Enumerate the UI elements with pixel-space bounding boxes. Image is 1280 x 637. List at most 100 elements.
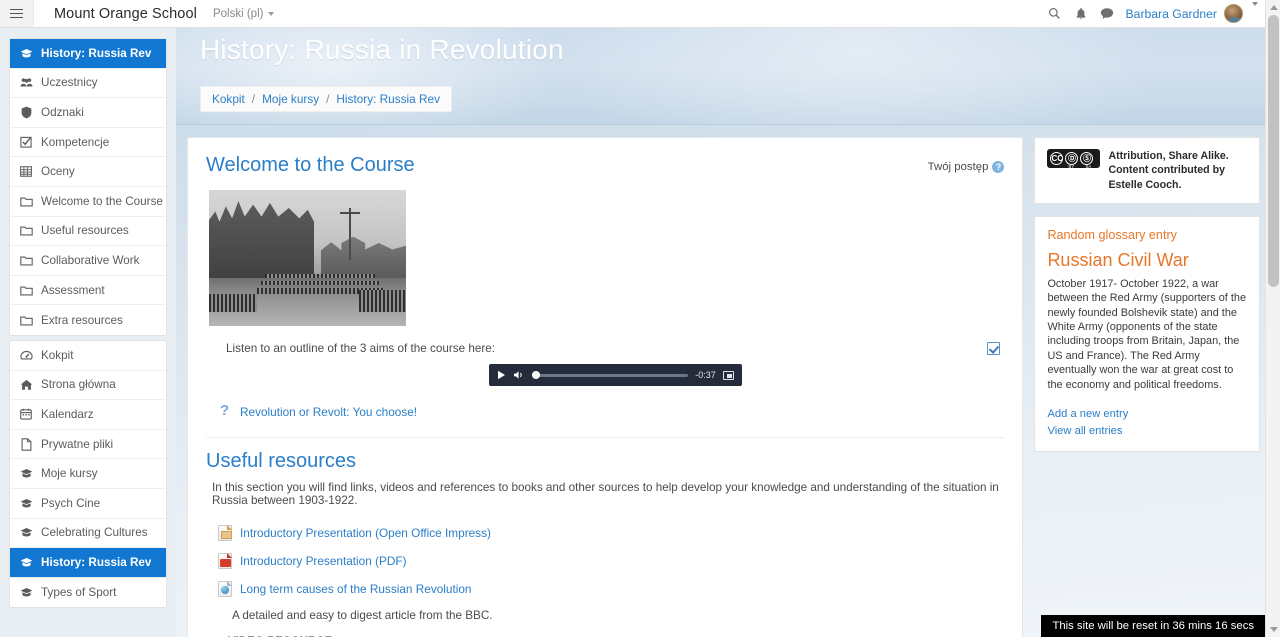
impress-file-icon <box>218 525 232 541</box>
avatar[interactable] <box>1224 4 1243 23</box>
sidebar-item-label: Strona główna <box>41 378 116 392</box>
graduation-cap-icon <box>19 468 33 479</box>
view-all-entries-link[interactable]: View all entries <box>1047 423 1247 440</box>
photo-crowd-left <box>209 294 257 312</box>
cc-mark: CC <box>1050 152 1064 165</box>
sidebar-item-extra-resources[interactable]: Extra resources <box>10 305 166 335</box>
scroll-up-arrow-icon[interactable] <box>1270 5 1278 10</box>
sidebar-item-history-russia-rev-course[interactable]: History: Russia Rev <box>10 548 166 578</box>
sidebar-item-history-russia-rev[interactable]: History: Russia Rev <box>10 39 166 69</box>
resource-label[interactable]: Introductory Presentation (PDF) <box>240 554 407 568</box>
question-mark-help-icon[interactable]: ? <box>992 161 1005 173</box>
audio-block: Listen to an outline of the 3 aims of th… <box>226 342 1004 386</box>
breadcrumb-item-history-russia-rev[interactable]: History: Russia Rev <box>336 92 440 106</box>
add-new-entry-link[interactable]: Add a new entry <box>1047 406 1247 423</box>
audio-progress-slider[interactable] <box>531 371 689 379</box>
search-icon[interactable] <box>1042 0 1068 27</box>
quiz-link-label[interactable]: Revolution or Revolt: You choose! <box>240 405 417 419</box>
sidebar-item-assessment[interactable]: Assessment <box>10 276 166 306</box>
audio-intro-row: Listen to an outline of the 3 aims of th… <box>226 342 1004 355</box>
list-item[interactable]: Introductory Presentation (PDF) <box>218 553 1004 569</box>
pdf-file-icon <box>218 553 232 569</box>
sidebar-item-kompetencje[interactable]: Kompetencje <box>10 128 166 158</box>
breadcrumb-item-kokpit[interactable]: Kokpit <box>212 92 245 106</box>
bell-icon[interactable] <box>1068 0 1094 27</box>
sidebar-item-label: Extra resources <box>41 313 123 327</box>
top-navbar: Mount Orange School Polski (pl) Barbara … <box>0 0 1280 28</box>
sidebar-item-label: Collaborative Work <box>41 253 140 267</box>
sidebar-item-label: Uczestnicy <box>41 76 98 90</box>
completion-checkbox[interactable] <box>987 342 1001 355</box>
sidebar-item-strona-glowna[interactable]: Strona główna <box>10 371 166 401</box>
sidebar-item-welcome-to-the-course[interactable]: Welcome to the Course <box>10 187 166 217</box>
useful-resources-description: In this section you will find links, vid… <box>212 481 999 507</box>
sidebar-item-label: History: Russia Rev <box>41 46 152 60</box>
scroll-down-arrow-icon[interactable] <box>1270 627 1278 632</box>
message-bubble-icon[interactable] <box>1094 0 1120 27</box>
resource-note: A detailed and easy to digest article fr… <box>232 609 493 622</box>
sidebar-item-psych-cine[interactable]: Psych Cine <box>10 489 166 519</box>
list-item[interactable]: Introductory Presentation (Open Office I… <box>218 525 1004 541</box>
audio-player[interactable]: -0:37 <box>488 364 742 386</box>
sidebar-item-kokpit[interactable]: Kokpit <box>10 341 166 371</box>
quiz-activity-row[interactable]: ? Revolution or Revolt: You choose! <box>220 403 1004 419</box>
sidebar-item-odznaki[interactable]: Odznaki <box>10 98 166 128</box>
graduation-cap-icon <box>19 587 33 598</box>
user-menu-chevron-down-icon[interactable] <box>1252 2 1258 21</box>
sidebar-item-label: Celebrating Cultures <box>41 526 148 540</box>
sidebar-item-label: Types of Sport <box>41 585 117 599</box>
folder-icon <box>19 196 33 207</box>
sidebar-item-uczestnicy[interactable]: Uczestnicy <box>10 69 166 99</box>
glossary-block-heading: Random glossary entry <box>1047 227 1177 242</box>
glossary-definition: October 1917- October 1922, a war betwee… <box>1047 277 1246 391</box>
sidebar-item-collaborative-work[interactable]: Collaborative Work <box>10 246 166 276</box>
course-banner: History: Russia in Revolution Kokpit / M… <box>176 28 1280 125</box>
sidebar-item-types-of-sport[interactable]: Types of Sport <box>10 578 166 608</box>
cc-by-label: BY <box>1068 164 1075 169</box>
sidebar-item-kalendarz[interactable]: Kalendarz <box>10 400 166 430</box>
photo-tower <box>340 208 360 260</box>
sidebar-item-oceny[interactable]: Oceny <box>10 157 166 187</box>
play-icon[interactable] <box>497 370 506 380</box>
list-item[interactable]: Long term causes of the Russian Revoluti… <box>218 581 1004 597</box>
license-wrap: CC Ⓓ Ⓢ BY SA Attribution, Share Alike. C… <box>1047 149 1247 192</box>
welcome-section-header: Welcome to the Course Twój postęp ? <box>206 152 1005 187</box>
language-selector[interactable]: Polski (pl) <box>213 8 275 20</box>
progress-label: Twój postęp <box>927 161 989 173</box>
volume-icon[interactable] <box>513 370 525 380</box>
sidebar-item-moje-kursy[interactable]: Moje kursy <box>10 459 166 489</box>
page-scrollbar[interactable] <box>1265 0 1280 637</box>
course-nav-block: History: Russia Rev Uczestnicy Odznaki K… <box>9 38 167 336</box>
folder-icon <box>19 285 33 296</box>
navbar-right-group: Barbara Gardner <box>1042 0 1280 27</box>
breadcrumb-item-moje-kursy[interactable]: Moje kursy <box>262 92 319 106</box>
section-divider <box>206 437 1005 438</box>
hamburger-menu-icon[interactable] <box>0 0 34 27</box>
sidebar-item-label: Odznaki <box>41 105 84 119</box>
scrollbar-thumb[interactable] <box>1268 15 1279 287</box>
sidebar-item-celebrating-cultures[interactable]: Celebrating Cultures <box>10 519 166 549</box>
sidebar-item-prywatne-pliki[interactable]: Prywatne pliki <box>10 430 166 460</box>
resource-label[interactable]: Introductory Presentation (Open Office I… <box>240 526 491 540</box>
audio-intro-text: Listen to an outline of the 3 aims of th… <box>226 342 495 355</box>
user-name-link[interactable]: Barbara Gardner <box>1126 7 1217 21</box>
right-column: CC Ⓓ Ⓢ BY SA Attribution, Share Alike. C… <box>1034 137 1260 464</box>
creative-commons-by-sa-icon: CC Ⓓ Ⓢ BY SA <box>1047 149 1101 169</box>
sidebar-item-label: Kalendarz <box>41 407 94 421</box>
home-icon <box>19 379 33 391</box>
sidebar-item-useful-resources[interactable]: Useful resources <box>10 217 166 247</box>
graduation-cap-icon <box>19 498 33 509</box>
site-brand[interactable]: Mount Orange School <box>54 6 197 22</box>
sidebar-item-label: Kokpit <box>41 348 74 362</box>
glossary-block: Random glossary entry Russian Civil War … <box>1034 215 1260 452</box>
section-title-welcome[interactable]: Welcome to the Course <box>206 154 415 177</box>
picture-in-picture-icon[interactable] <box>722 370 734 380</box>
resource-label[interactable]: Long term causes of the Russian Revoluti… <box>240 582 471 596</box>
shield-icon <box>19 106 33 119</box>
content-area: History: Russia in Revolution Kokpit / M… <box>176 28 1280 637</box>
section-title-useful-resources[interactable]: Useful resources <box>206 450 356 473</box>
calendar-icon <box>19 408 33 421</box>
left-sidebar: History: Russia Rev Uczestnicy Odznaki K… <box>0 28 176 637</box>
graduation-cap-icon <box>19 48 33 59</box>
glossary-term[interactable]: Russian Civil War <box>1047 250 1247 271</box>
